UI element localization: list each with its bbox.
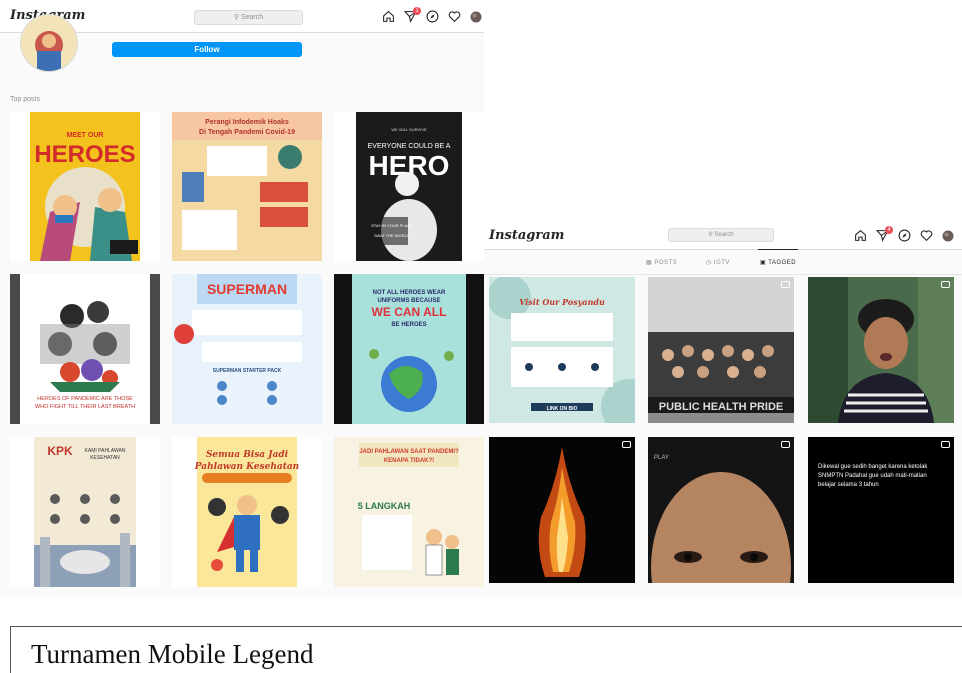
notification-badge: 1	[413, 7, 421, 15]
grid-icon: ▦	[646, 260, 653, 266]
search-input[interactable]: ⚲ Search	[668, 228, 774, 242]
caption-box: Turnamen Mobile Legend	[10, 626, 962, 673]
post-tile[interactable]: Perangi Infodemik Hoaks Di Tengah Pandem…	[172, 112, 322, 261]
post-tile[interactable]: PUBLIC HEALTH PRIDE	[648, 277, 794, 423]
direct-message-icon[interactable]: 4	[875, 226, 893, 247]
post-tile[interactable]: KPK KAMI PAHLAWAN KESEHATAN	[10, 437, 160, 587]
tab-igtv[interactable]: ◷ IGTV	[706, 259, 730, 266]
profile-avatar[interactable]	[20, 14, 78, 72]
video-icon	[781, 441, 790, 448]
svg-text:Di Tengah Pandemi Covid-19: Di Tengah Pandemi Covid-19	[199, 129, 295, 136]
svg-text:BE HEROES: BE HEROES	[391, 322, 426, 328]
svg-text:PUBLIC HEALTH PRIDE: PUBLIC HEALTH PRIDE	[659, 401, 783, 413]
svg-text:KESEHATAN: KESEHATAN	[90, 455, 120, 461]
left-instagram-panel: Instagram ⚲ Search 1 Foll	[0, 0, 484, 596]
post-tile[interactable]: HEROES OF PANDEMIC ARE THOSE WHO FIGHT T…	[10, 274, 160, 424]
svg-text:NOT ALL HEROES WEAR: NOT ALL HEROES WEAR	[373, 290, 446, 296]
svg-text:STAY IN YOUR PLACE: STAY IN YOUR PLACE	[371, 223, 413, 228]
video-icon	[622, 441, 631, 448]
svg-text:WE WILL SURVIVE: WE WILL SURVIVE	[391, 127, 427, 132]
post-tile[interactable]: MEET OUR HEROES	[10, 112, 160, 261]
explore-icon[interactable]	[426, 10, 439, 28]
svg-text:KAMI PAHLAWAN: KAMI PAHLAWAN	[85, 448, 126, 454]
search-placeholder: Search	[714, 232, 734, 238]
post-tile[interactable]: Semua Bisa Jadi Pahlawan Kesehatan	[172, 437, 322, 587]
svg-text:HEROES OF PANDEMIC ARE THOSE: HEROES OF PANDEMIC ARE THOSE	[37, 396, 133, 402]
svg-text:WE CAN ALL: WE CAN ALL	[372, 305, 447, 319]
section-label: Top posts	[10, 96, 40, 103]
post-tile[interactable]: SUPERMAN SUPERMAN STARTER PACK	[172, 274, 322, 424]
video-icon	[941, 281, 950, 288]
right-instagram-panel: Instagram ⚲ Search 4 ▦ POSTS ◷ IGTV ▣ TA…	[484, 222, 962, 596]
post-tile[interactable]: NOT ALL HEROES WEAR UNIFORMS BECAUSE WE …	[334, 274, 484, 424]
video-icon	[781, 281, 790, 288]
svg-text:UNIFORMS BECAUSE: UNIFORMS BECAUSE	[377, 298, 440, 304]
heart-icon[interactable]	[920, 229, 933, 247]
svg-text:HEROES: HEROES	[34, 141, 135, 168]
instagram-logo[interactable]: Instagram	[489, 228, 564, 243]
svg-text:LINK ON BIO: LINK ON BIO	[547, 406, 578, 412]
svg-text:JADI PAHLAWAN SAAT PANDEMI?: JADI PAHLAWAN SAAT PANDEMI?	[359, 449, 459, 455]
svg-text:Semua Bisa Jadi: Semua Bisa Jadi	[206, 450, 289, 460]
post-tile[interactable]: Visit Our Posyandu LINK ON BIO	[489, 277, 635, 423]
caption-text: Turnamen Mobile Legend	[31, 639, 314, 669]
search-placeholder: Search	[240, 14, 264, 21]
search-icon: ⚲	[233, 14, 239, 21]
post-tile[interactable]: WE WILL SURVIVE EVERYONE COULD BE A HERO…	[334, 112, 484, 261]
profile-avatar-icon[interactable]	[470, 10, 482, 28]
svg-text:Visit Our Posyandu: Visit Our Posyandu	[519, 297, 605, 307]
post-caption-text: Dikewal gue sedih banget karena ketolak …	[818, 464, 928, 488]
profile-avatar-icon[interactable]	[942, 229, 954, 247]
svg-text:SAVE THE WORLD: SAVE THE WORLD	[374, 233, 410, 238]
profile-tabs: ▦ POSTS ◷ IGTV ▣ TAGGED	[484, 249, 962, 275]
post-tile[interactable]: PLAY	[648, 437, 794, 583]
post-tile[interactable]: JADI PAHLAWAN SAAT PANDEMI? KENAPA TIDAK…	[334, 437, 484, 587]
svg-text:WHO FIGHT TILL THEIR LAST BREA: WHO FIGHT TILL THEIR LAST BREATH	[35, 404, 135, 410]
video-icon	[941, 441, 950, 448]
igtv-icon: ◷	[706, 260, 712, 266]
post-tile[interactable]	[808, 277, 954, 423]
search-icon: ⚲	[708, 232, 713, 238]
explore-icon[interactable]	[898, 229, 911, 247]
svg-text:MEET OUR: MEET OUR	[67, 132, 104, 139]
svg-text:SUPERMAN: SUPERMAN	[207, 281, 287, 297]
home-icon[interactable]	[382, 10, 395, 28]
right-top-bar: Instagram ⚲ Search 4	[484, 222, 962, 250]
tab-tagged[interactable]: ▣ TAGGED	[760, 259, 796, 266]
active-tab-indicator	[758, 249, 798, 250]
svg-text:Pahlawan Kesehatan: Pahlawan Kesehatan	[194, 462, 299, 472]
svg-text:EVERYONE COULD BE A: EVERYONE COULD BE A	[368, 143, 451, 150]
heart-icon[interactable]	[448, 10, 461, 28]
tab-posts[interactable]: ▦ POSTS	[646, 259, 677, 266]
direct-message-icon[interactable]: 1	[403, 7, 421, 28]
notification-badge: 4	[885, 226, 893, 234]
home-icon[interactable]	[854, 229, 867, 247]
post-tile[interactable]	[489, 437, 635, 583]
play-label: PLAY	[654, 455, 669, 461]
follow-button[interactable]: Follow	[112, 42, 302, 57]
svg-text:SUPERMAN STARTER PACK: SUPERMAN STARTER PACK	[213, 368, 282, 374]
search-input[interactable]: ⚲ Search	[194, 10, 303, 25]
svg-text:5 LANGKAH: 5 LANGKAH	[358, 501, 411, 511]
svg-text:KPK: KPK	[47, 444, 73, 458]
tag-icon: ▣	[760, 260, 767, 266]
post-tile[interactable]: Dikewal gue sedih banget karena ketolak …	[808, 437, 954, 583]
svg-text:Perangi Infodemik Hoaks: Perangi Infodemik Hoaks	[205, 119, 289, 126]
svg-text:KENAPA TIDAK?!: KENAPA TIDAK?!	[384, 458, 434, 464]
